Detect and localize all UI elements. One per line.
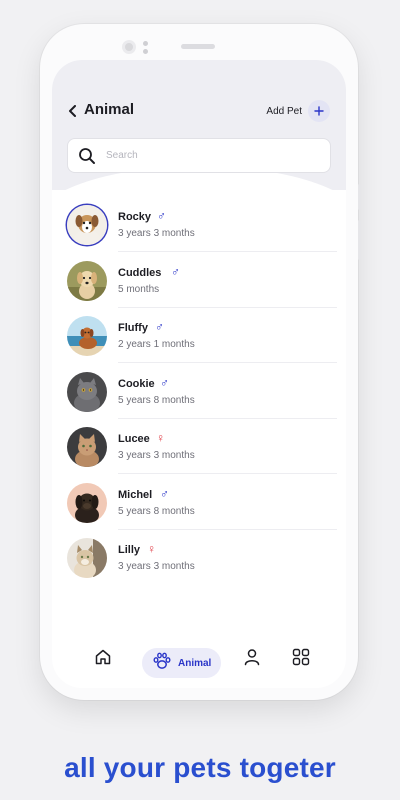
bottom-navigation: Animal bbox=[52, 636, 346, 688]
divider bbox=[118, 362, 337, 363]
tagline: all your pets togeter bbox=[64, 752, 336, 783]
pet-list-item[interactable]: Cookie ♂ 5 years 8 months bbox=[67, 371, 337, 428]
nav-menu[interactable] bbox=[292, 648, 310, 671]
pet-age: 3 years 3 months bbox=[118, 561, 195, 572]
phone-side-button bbox=[358, 220, 361, 260]
paw-icon bbox=[152, 652, 172, 675]
nav-home[interactable] bbox=[94, 648, 112, 671]
divider bbox=[118, 473, 337, 474]
pet-name: Cookie bbox=[118, 377, 155, 390]
earpiece-speaker bbox=[181, 44, 215, 49]
male-gender-icon: ♂ bbox=[160, 486, 169, 501]
pet-avatar bbox=[67, 316, 107, 356]
pet-list-item[interactable]: Rocky ♂ 3 years 3 months bbox=[67, 205, 337, 261]
top-bar: Animal Add Pet bbox=[52, 98, 346, 124]
proximity-sensor bbox=[143, 41, 148, 46]
back-arrow-icon[interactable] bbox=[64, 102, 82, 120]
pet-age: 3 years 3 months bbox=[118, 228, 195, 239]
male-gender-icon: ♂ bbox=[160, 375, 169, 390]
pet-avatar bbox=[67, 538, 107, 578]
page-title: Animal bbox=[84, 101, 135, 118]
male-gender-icon: ♂ bbox=[171, 264, 180, 279]
pet-name: Fluffy bbox=[118, 322, 148, 334]
divider bbox=[118, 417, 337, 419]
pet-list: Rocky ♂ 3 years 3 months Cuddles ♂ 5 mon… bbox=[67, 205, 337, 594]
phone-side-button bbox=[358, 184, 361, 210]
pet-avatar bbox=[67, 205, 107, 245]
divider bbox=[118, 306, 337, 308]
home-icon bbox=[94, 648, 112, 671]
female-gender-icon: ♀ bbox=[156, 431, 165, 445]
pet-list-item[interactable]: Lilly ♀ 3 years 3 months bbox=[67, 538, 337, 594]
profile-icon bbox=[243, 648, 261, 671]
nav-animal-label: Animal bbox=[178, 657, 212, 669]
pet-list-item[interactable]: Cuddles ♂ 5 months bbox=[67, 260, 337, 317]
pet-name: Cuddles bbox=[118, 266, 162, 279]
plus-icon bbox=[308, 100, 330, 122]
pet-avatar bbox=[67, 371, 107, 412]
pet-age: 5 years 8 months bbox=[118, 505, 195, 517]
app-screen: Animal Add Pet Search Rocky ♂ 3 years 3 … bbox=[52, 60, 346, 688]
phone-frame: Animal Add Pet Search Rocky ♂ 3 years 3 … bbox=[40, 24, 361, 700]
nav-profile[interactable] bbox=[243, 648, 261, 671]
pet-list-item[interactable]: Lucee ♀ 3 years 3 months bbox=[67, 427, 337, 483]
proximity-sensor bbox=[143, 49, 148, 54]
male-gender-icon: ♂ bbox=[157, 209, 166, 223]
pet-avatar bbox=[67, 427, 107, 467]
pet-age: 5 years 8 months bbox=[118, 394, 195, 406]
pet-avatar bbox=[67, 260, 107, 301]
phone-top-sensors bbox=[40, 38, 358, 58]
add-pet-label: Add Pet bbox=[266, 105, 302, 117]
pet-age: 2 years 1 months bbox=[118, 339, 195, 350]
add-pet-button[interactable]: Add Pet bbox=[266, 100, 330, 122]
pet-name: Lilly bbox=[118, 544, 141, 556]
search-bar[interactable] bbox=[67, 138, 331, 173]
pet-list-item[interactable]: Fluffy ♂ 2 years 1 months bbox=[67, 316, 337, 372]
pet-name: Michel bbox=[118, 488, 153, 501]
pet-age: 3 years 3 months bbox=[118, 450, 195, 461]
pet-age: 5 months bbox=[118, 283, 160, 295]
search-icon bbox=[78, 145, 100, 167]
nav-animal[interactable]: Animal bbox=[142, 648, 222, 678]
divider bbox=[118, 528, 337, 530]
pet-list-item[interactable]: Michel ♂ 5 years 8 months bbox=[67, 482, 337, 539]
pet-avatar bbox=[67, 482, 107, 523]
female-gender-icon: ♀ bbox=[147, 542, 156, 556]
pet-name: Lucee bbox=[118, 433, 150, 445]
male-gender-icon: ♂ bbox=[155, 320, 164, 334]
front-camera bbox=[122, 40, 136, 54]
pet-name: Rocky bbox=[118, 211, 152, 223]
search-input[interactable] bbox=[106, 150, 306, 161]
grid-icon bbox=[292, 648, 310, 671]
divider bbox=[118, 251, 337, 252]
